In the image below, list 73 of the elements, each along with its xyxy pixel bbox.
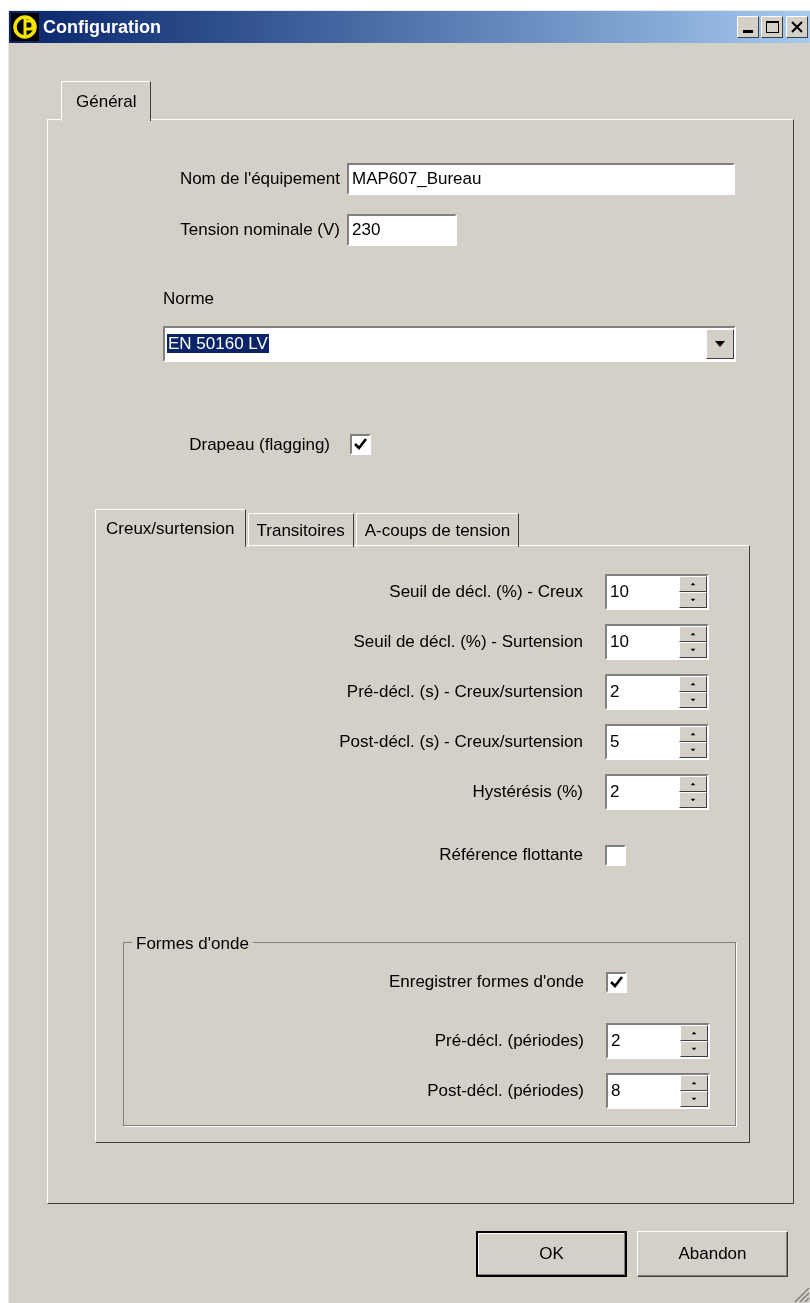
- down-arrow-icon: [690, 748, 696, 752]
- tab[interactable]: Transitoires: [247, 513, 354, 547]
- field-label: Post-décl. (s) - Creux/surtension: [338, 731, 583, 754]
- spin-up-button[interactable]: [679, 576, 707, 592]
- field-label: Tension nominale (V): [179, 219, 340, 242]
- tab[interactable]: Général: [61, 81, 152, 121]
- checkbox-label: Enregistrer formes d'onde: [387, 971, 584, 994]
- up-arrow-icon: [690, 732, 696, 736]
- spin-down-button[interactable]: [680, 1091, 708, 1107]
- down-arrow-icon: [691, 1097, 697, 1101]
- spin-field[interactable]: 2: [605, 774, 709, 810]
- down-arrow-icon: [690, 698, 696, 702]
- spin-field[interactable]: 10: [605, 574, 709, 610]
- close-icon: [791, 21, 803, 33]
- field-label: Post-décl. (périodes): [426, 1080, 584, 1103]
- app-logo-icon: [11, 13, 39, 41]
- tab[interactable]: A-coups de tension: [355, 513, 520, 547]
- spin-field[interactable]: 5: [605, 724, 709, 760]
- close-button[interactable]: [786, 16, 808, 38]
- up-arrow-icon: [691, 1081, 697, 1085]
- checkbox-label: Drapeau (flagging): [188, 433, 330, 456]
- field-label: Norme: [163, 288, 215, 310]
- up-arrow-icon: [690, 632, 696, 636]
- down-arrow-icon: [691, 1047, 697, 1051]
- checkbox-label: Référence flottante: [438, 844, 583, 867]
- checkbox[interactable]: [605, 844, 626, 866]
- spin-down-button[interactable]: [679, 592, 707, 608]
- spin-up-button[interactable]: [679, 776, 707, 792]
- field-label: Seuil de décl. (%) - Surtension: [352, 631, 583, 654]
- spin-down-button[interactable]: [679, 742, 707, 758]
- check-icon: [610, 976, 623, 988]
- spin-up-button[interactable]: [679, 626, 707, 642]
- dialog-button[interactable]: OK: [476, 1231, 627, 1277]
- maximize-button[interactable]: [761, 16, 783, 38]
- caret-icon: [715, 340, 725, 347]
- field-label: Hystérésis (%): [471, 781, 583, 804]
- spin-up-button[interactable]: [679, 726, 707, 742]
- spin-field[interactable]: 10: [605, 624, 709, 660]
- spin-field[interactable]: 2: [606, 1023, 710, 1059]
- maximize-icon: [765, 21, 779, 33]
- spin-down-button[interactable]: [679, 792, 707, 808]
- dialog-button[interactable]: Abandon: [637, 1231, 788, 1277]
- window-title: Configuration: [43, 15, 162, 39]
- spin-up-button[interactable]: [680, 1075, 708, 1091]
- spin-field[interactable]: 8: [606, 1073, 710, 1109]
- field-label: Nom de l'équipement: [178, 168, 340, 191]
- check-icon: [354, 438, 367, 451]
- spin-up-button[interactable]: [679, 676, 707, 692]
- down-arrow-icon: [690, 648, 696, 652]
- spin-field[interactable]: 2: [605, 674, 709, 710]
- up-arrow-icon: [690, 682, 696, 686]
- spin-up-button[interactable]: [680, 1025, 708, 1041]
- up-arrow-icon: [690, 582, 696, 586]
- down-arrow-icon: [690, 798, 696, 802]
- field-label: Pré-décl. (s) - Creux/surtension: [345, 681, 583, 704]
- spin-down-button[interactable]: [680, 1041, 708, 1057]
- resize-grip-icon: [792, 1285, 810, 1303]
- up-arrow-icon: [691, 1031, 697, 1035]
- field-label: Pré-décl. (périodes): [433, 1030, 584, 1053]
- spin-down-button[interactable]: [679, 692, 707, 708]
- input-field[interactable]: MAP607_Bureau: [347, 163, 735, 195]
- checkbox[interactable]: [606, 971, 627, 993]
- minimize-button[interactable]: [737, 16, 759, 38]
- standard-dropdown[interactable]: EN 50160 LV: [163, 325, 736, 362]
- field-label: Seuil de décl. (%) - Creux: [388, 581, 583, 604]
- down-arrow-icon: [690, 598, 696, 602]
- up-arrow-icon: [690, 782, 696, 786]
- input-field[interactable]: 230: [347, 214, 457, 246]
- checkbox[interactable]: [350, 433, 371, 455]
- tab[interactable]: Creux/surtension: [95, 509, 246, 547]
- dropdown-button[interactable]: [706, 328, 734, 359]
- spin-down-button[interactable]: [679, 642, 707, 658]
- minimize-icon: [743, 30, 753, 33]
